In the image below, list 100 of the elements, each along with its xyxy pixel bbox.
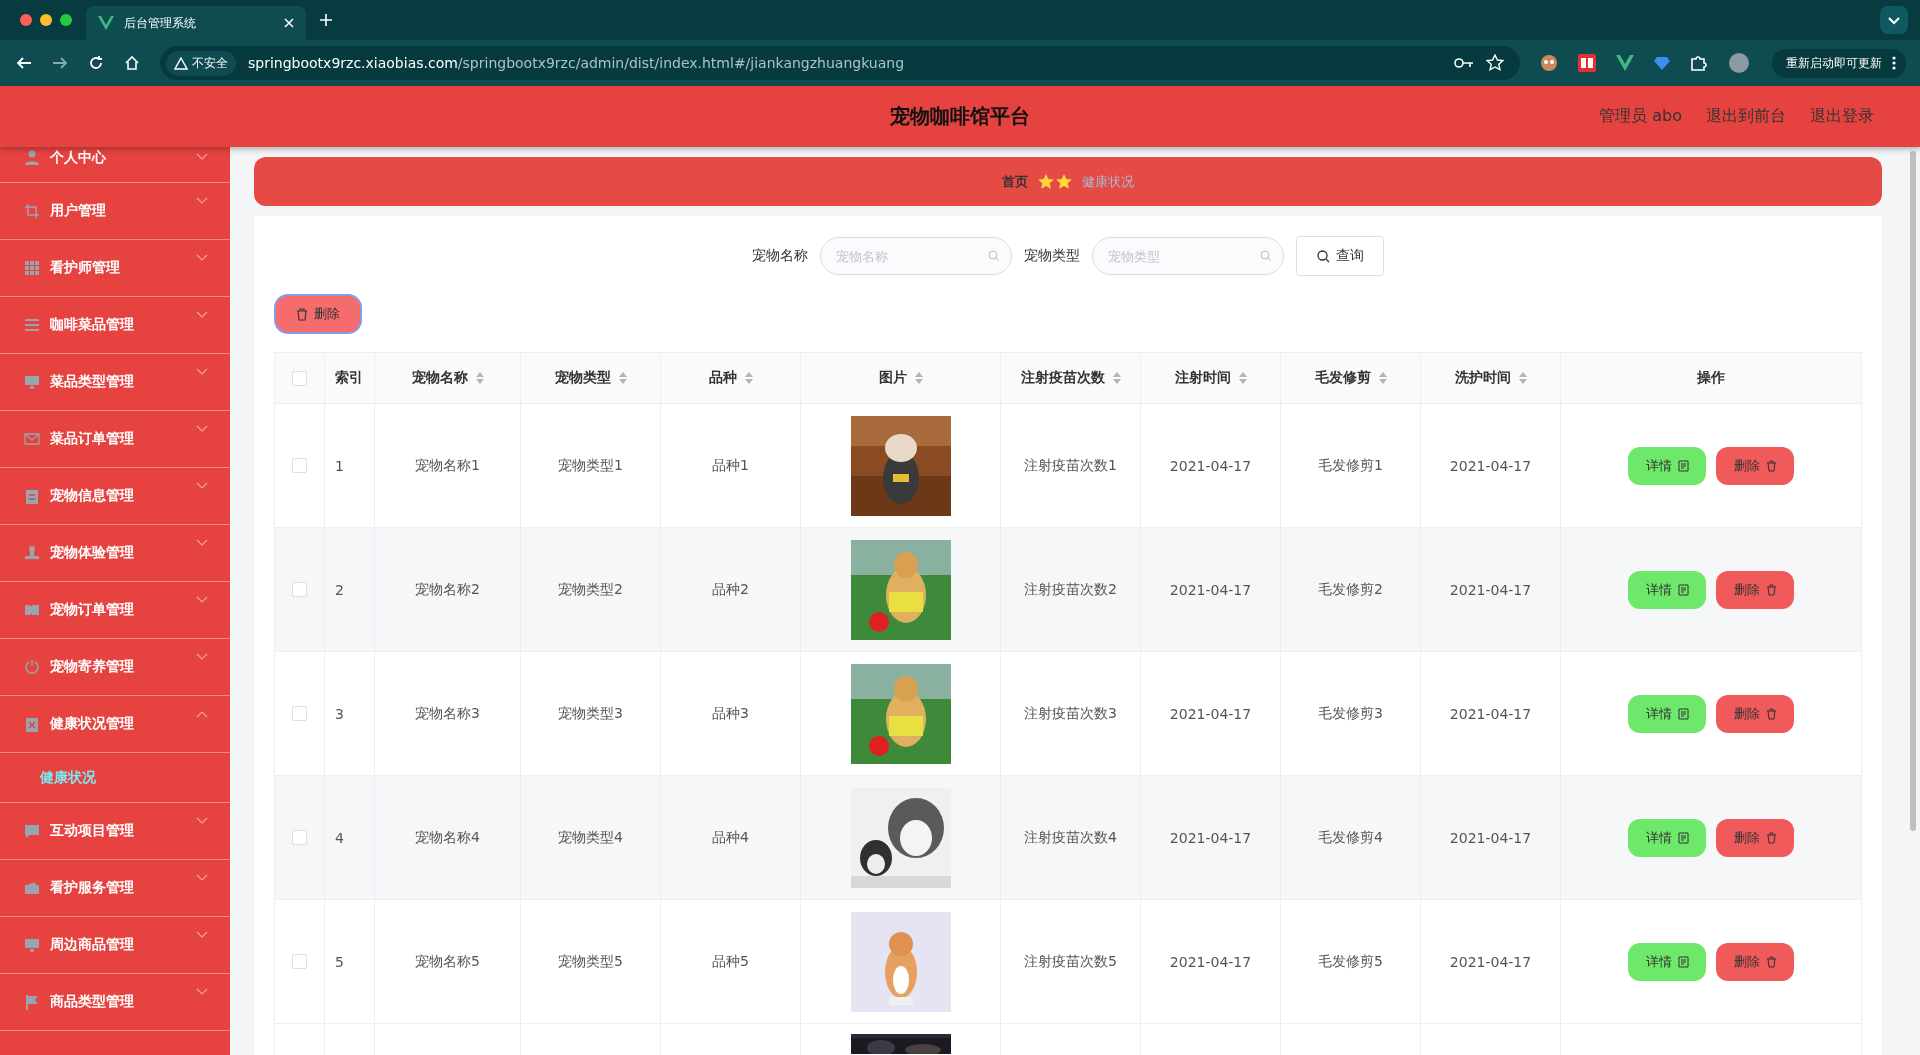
header-link[interactable]: 管理员 abo: [1599, 106, 1682, 127]
power-icon: [24, 659, 40, 675]
monitor-icon: [24, 937, 40, 953]
header-link[interactable]: 退出登录: [1810, 106, 1874, 127]
sidebar-subitem[interactable]: 健康状况: [0, 753, 230, 803]
breadcrumb-link[interactable]: 首页: [1002, 172, 1028, 191]
reload-icon[interactable]: [88, 55, 104, 71]
checkbox[interactable]: [292, 706, 307, 721]
extension-icon[interactable]: [1578, 54, 1596, 72]
flag-icon: [24, 994, 40, 1010]
table-cell: 2: [335, 581, 344, 598]
chat-icon: [24, 823, 40, 839]
details-button[interactable]: 详情: [1628, 694, 1706, 733]
header-link[interactable]: 退出到前台: [1706, 106, 1786, 127]
avatar-icon[interactable]: [1728, 52, 1750, 74]
sidebar-item[interactable]: 菜品订单管理: [0, 411, 230, 468]
stamp-icon: [24, 545, 40, 561]
warning-icon: [174, 56, 188, 70]
back-icon[interactable]: [16, 55, 32, 71]
column-title: 宠物名称: [411, 369, 468, 387]
checkbox[interactable]: [292, 370, 307, 386]
sidebar-item[interactable]: 菜品类型管理: [0, 354, 230, 411]
details-button[interactable]: 详情: [1628, 570, 1706, 609]
app-title: 宠物咖啡馆平台: [890, 103, 1030, 130]
checkbox[interactable]: [292, 582, 307, 597]
scrollbar-thumb[interactable]: [1910, 151, 1916, 831]
delete-button[interactable]: 删除: [1716, 942, 1794, 981]
query-button[interactable]: 查询: [1296, 236, 1384, 276]
checkbox[interactable]: [292, 954, 307, 969]
table-cell: 宠物类型1: [558, 456, 623, 475]
extension-icon[interactable]: [1540, 54, 1558, 72]
delete-button[interactable]: 删除: [274, 294, 362, 334]
table-cell: 2021-04-17: [1449, 829, 1532, 846]
details-button[interactable]: 详情: [1628, 818, 1706, 857]
puzzle-icon[interactable]: [1690, 54, 1708, 72]
sidebar-item[interactable]: 商品类型管理: [0, 974, 230, 1031]
table-cell: 2021-04-17: [1449, 953, 1532, 970]
details-button[interactable]: 详情: [1628, 942, 1706, 981]
chevron-icon: [196, 931, 208, 939]
chevron-icon: [196, 153, 208, 161]
new-tab-icon[interactable]: [320, 14, 332, 26]
search-icon: [1260, 250, 1272, 262]
v-logo-icon: [98, 16, 114, 30]
chevron-icon: [196, 197, 208, 205]
chevron-icon: [196, 710, 208, 718]
more-icon[interactable]: [1892, 56, 1896, 70]
sidebar-item[interactable]: 用户管理: [0, 183, 230, 240]
security-chip[interactable]: 不安全: [166, 50, 236, 76]
table-cell: 品种3: [712, 704, 749, 723]
key-icon[interactable]: [1454, 57, 1474, 69]
trash-icon: [1765, 707, 1777, 720]
url-text: springbootx9rzc.xiaobias.com/springbootx9rzc/admin/dist/index.html#/jiankangzhuangkuang: [248, 55, 905, 71]
checkbox[interactable]: [292, 830, 307, 845]
minimize-window-icon[interactable]: [40, 14, 52, 26]
document-icon: [1677, 707, 1689, 720]
delete-button[interactable]: 删除: [1716, 446, 1794, 485]
sidebar-item[interactable]: 宠物体验管理: [0, 525, 230, 582]
home-icon[interactable]: [124, 55, 140, 71]
table-cell: 品种1: [712, 456, 749, 475]
maximize-window-icon[interactable]: [60, 14, 72, 26]
tab-search-icon[interactable]: [1880, 6, 1908, 34]
close-icon[interactable]: [284, 18, 294, 28]
trash-icon: [1765, 583, 1777, 596]
close-window-icon[interactable]: [20, 14, 32, 26]
chevron-icon: [196, 311, 208, 319]
table-cell: 宠物名称4: [415, 828, 480, 847]
sidebar-item[interactable]: 周边商品管理: [0, 917, 230, 974]
delete-button[interactable]: 删除: [1716, 818, 1794, 857]
column-title: 图片: [878, 369, 907, 387]
update-button[interactable]: 重新启动即可更新: [1772, 48, 1906, 78]
browser-tab[interactable]: 后台管理系统: [86, 6, 306, 40]
table-cell: 毛发修剪2: [1318, 580, 1383, 599]
trash-icon: [1765, 955, 1777, 968]
sidebar-item[interactable]: 看护师管理: [0, 240, 230, 297]
sidebar-item[interactable]: 个人中心: [0, 147, 230, 183]
forward-icon[interactable]: [52, 55, 68, 71]
sidebar-item[interactable]: 看护服务管理: [0, 860, 230, 917]
search-icon: [988, 250, 1000, 262]
chevron-icon: [196, 425, 208, 433]
table-cell: 宠物名称2: [415, 580, 480, 599]
checkbox[interactable]: [292, 458, 307, 473]
sidebar-item[interactable]: 宠物寄养管理: [0, 639, 230, 696]
chevron-icon: [196, 874, 208, 882]
sidebar-item[interactable]: 宠物订单管理: [0, 582, 230, 639]
details-button[interactable]: 详情: [1628, 446, 1706, 485]
v-logo-icon[interactable]: [1616, 55, 1634, 71]
column-title: 品种: [708, 369, 737, 387]
star-icon[interactable]: [1486, 54, 1504, 72]
delete-button[interactable]: 删除: [1716, 570, 1794, 609]
gem-icon[interactable]: [1654, 55, 1670, 71]
table-cell: 5: [335, 953, 344, 970]
table-cell: 注射疫苗次数1: [1024, 456, 1117, 475]
address-field[interactable]: 不安全 springbootx9rzc.xiaobias.com/springbootx9rzc/admin/dist/index.html#/jiankangzhuangkuang: [160, 46, 1520, 80]
sidebar-item[interactable]: 健康状况管理: [0, 696, 230, 753]
sidebar-item[interactable]: 咖啡菜品管理: [0, 297, 230, 354]
table-cell: 宠物名称1: [415, 456, 480, 475]
sidebar-item[interactable]: 互动项目管理: [0, 803, 230, 860]
stars-icon: [1038, 173, 1072, 190]
delete-button[interactable]: 删除: [1716, 694, 1794, 733]
sidebar-item[interactable]: 宠物信息管理: [0, 468, 230, 525]
